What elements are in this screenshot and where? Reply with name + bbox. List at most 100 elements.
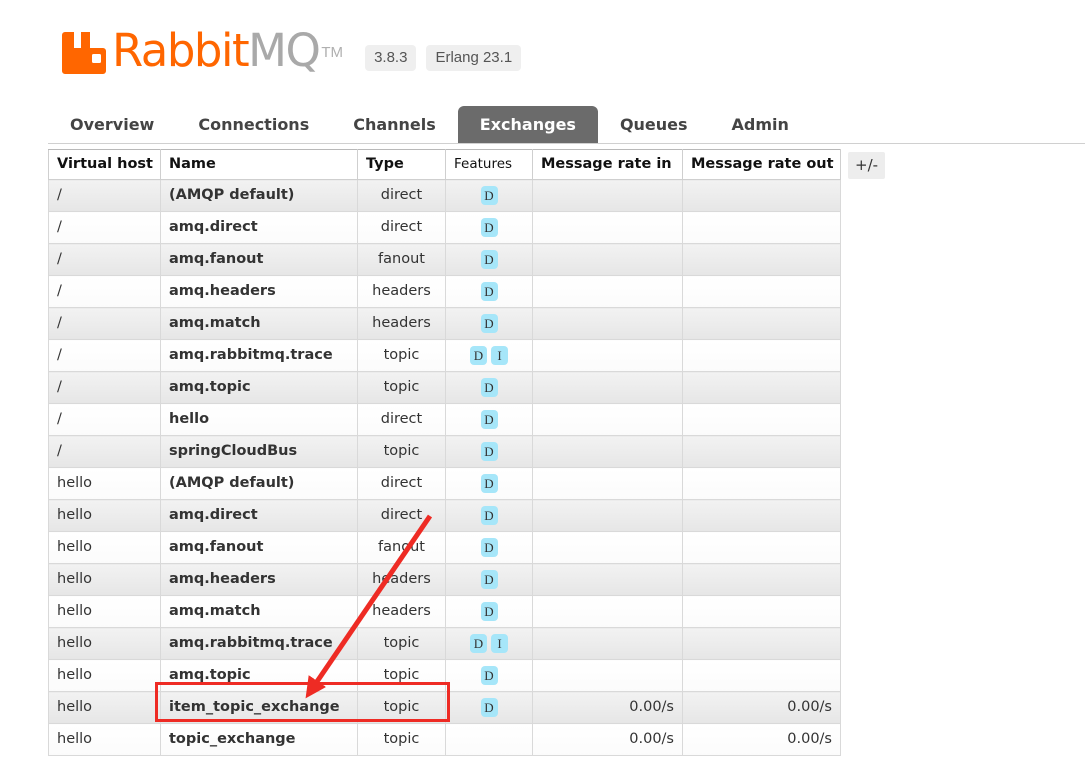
cell-exchange-name[interactable]: amq.rabbitmq.trace: [160, 627, 358, 660]
cell-virtual-host: hello: [48, 627, 161, 660]
cell-message-rate-out: [682, 563, 841, 596]
cell-exchange-name[interactable]: amq.direct: [160, 211, 358, 244]
table-row[interactable]: / amq.match headers D: [48, 307, 841, 340]
cell-exchange-name[interactable]: amq.headers: [160, 275, 358, 308]
cell-message-rate-in: [532, 531, 683, 564]
table-row[interactable]: hello amq.rabbitmq.trace topic D I: [48, 627, 841, 660]
cell-message-rate-in: [532, 563, 683, 596]
cell-exchange-type: fanout: [357, 531, 446, 564]
table-row[interactable]: / amq.topic topic D: [48, 371, 841, 404]
table-row[interactable]: / springCloudBus topic D: [48, 435, 841, 468]
cell-exchange-name[interactable]: (AMQP default): [160, 467, 358, 500]
table-row[interactable]: / amq.headers headers D: [48, 275, 841, 308]
feature-badge-d: D: [480, 697, 498, 717]
cell-features: DI: [445, 339, 533, 372]
nav-underline: [48, 143, 1085, 144]
cell-virtual-host: hello: [48, 531, 161, 564]
cell-message-rate-in: [532, 627, 683, 660]
cell-message-rate-out: [682, 435, 841, 468]
cell-exchange-type: headers: [357, 275, 446, 308]
tab-overview[interactable]: Overview: [48, 106, 176, 144]
column-header-name[interactable]: Name: [160, 149, 358, 180]
cell-exchange-name[interactable]: amq.fanout: [160, 531, 358, 564]
feature-badge-d: D: [480, 249, 498, 269]
cell-message-rate-in: [532, 435, 683, 468]
cell-exchange-type: fanout: [357, 243, 446, 276]
cell-exchange-name[interactable]: amq.topic: [160, 371, 358, 404]
table-header: Virtual host Name Type Features Message …: [48, 149, 841, 180]
cell-virtual-host: hello: [48, 691, 161, 724]
tab-admin[interactable]: Admin: [710, 106, 811, 144]
feature-badge-d: D: [480, 473, 498, 493]
cell-exchange-name[interactable]: amq.fanout: [160, 243, 358, 276]
cell-virtual-host: /: [48, 179, 161, 212]
feature-badge-d: D: [470, 633, 487, 653]
cell-exchange-name[interactable]: amq.match: [160, 595, 358, 628]
erlang-version-badge: Erlang 23.1: [426, 44, 522, 71]
column-header-type[interactable]: Type: [357, 149, 446, 180]
cell-exchange-type: headers: [357, 563, 446, 596]
cell-virtual-host: hello: [48, 467, 161, 500]
cell-message-rate-out: [682, 627, 841, 660]
table-row[interactable]: hello topic_exchange topic 0.00/s 0.00/s: [48, 723, 841, 756]
table-row[interactable]: / amq.fanout fanout D: [48, 243, 841, 276]
cell-exchange-name[interactable]: hello: [160, 403, 358, 436]
cell-message-rate-in: [532, 243, 683, 276]
cell-features: D: [445, 275, 533, 308]
cell-exchange-type: direct: [357, 499, 446, 532]
cell-exchange-name[interactable]: amq.topic: [160, 659, 358, 692]
cell-exchange-type: direct: [357, 179, 446, 212]
table-row[interactable]: / (AMQP default) direct D: [48, 179, 841, 212]
table-row[interactable]: hello amq.headers headers D: [48, 563, 841, 596]
tab-connections[interactable]: Connections: [176, 106, 331, 144]
cell-features: D: [445, 691, 533, 724]
cell-exchange-name[interactable]: amq.match: [160, 307, 358, 340]
cell-exchange-name[interactable]: topic_exchange: [160, 723, 358, 756]
cell-message-rate-in: 0.00/s: [532, 691, 683, 724]
cell-virtual-host: hello: [48, 563, 161, 596]
tab-exchanges[interactable]: Exchanges: [457, 106, 598, 144]
cell-exchange-type: topic: [357, 723, 446, 756]
table-row[interactable]: hello amq.fanout fanout D: [48, 531, 841, 564]
cell-exchange-name[interactable]: springCloudBus: [160, 435, 358, 468]
tab-queues[interactable]: Queues: [598, 106, 710, 144]
cell-message-rate-out: [682, 275, 841, 308]
cell-exchange-type: topic: [357, 371, 446, 404]
cell-features: D: [445, 467, 533, 500]
cell-message-rate-out: [682, 243, 841, 276]
table-row[interactable]: / hello direct D: [48, 403, 841, 436]
cell-message-rate-out: [682, 595, 841, 628]
brand-logo[interactable]: RabbitMQ TM 3.8.3 Erlang 23.1: [62, 28, 531, 75]
cell-message-rate-out: [682, 371, 841, 404]
cell-virtual-host: /: [48, 243, 161, 276]
toggle-columns-button[interactable]: +/-: [848, 152, 886, 179]
table-row[interactable]: / amq.direct direct D: [48, 211, 841, 244]
trademark-mark: TM: [321, 44, 344, 61]
cell-exchange-type: topic: [357, 339, 446, 372]
table-row[interactable]: hello amq.direct direct D: [48, 499, 841, 532]
column-header-features[interactable]: Features: [445, 149, 533, 180]
feature-badge-d: D: [480, 217, 498, 237]
table-row[interactable]: hello item_topic_exchange topic D 0.00/s 0.00…: [48, 691, 841, 724]
tab-channels[interactable]: Channels: [331, 106, 458, 144]
table-body: / (AMQP default) direct D / amq.direct direct D…: [48, 179, 841, 756]
cell-virtual-host: hello: [48, 723, 161, 756]
column-header-virtual-host[interactable]: Virtual host: [48, 149, 161, 180]
column-header-message-rate-in[interactable]: Message rate in: [532, 149, 683, 180]
cell-message-rate-in: 0.00/s: [532, 723, 683, 756]
table-row[interactable]: hello (AMQP default) direct D: [48, 467, 841, 500]
cell-exchange-name[interactable]: amq.direct: [160, 499, 358, 532]
table-row[interactable]: hello amq.topic topic D: [48, 659, 841, 692]
brand-secondary-text: MQ: [248, 24, 321, 77]
cell-exchange-name[interactable]: (AMQP default): [160, 179, 358, 212]
feature-badge-d: D: [470, 345, 487, 365]
feature-badge-d: D: [480, 537, 498, 557]
cell-exchange-type: direct: [357, 467, 446, 500]
column-header-message-rate-out[interactable]: Message rate out: [682, 149, 841, 180]
page-header: RabbitMQ TM 3.8.3 Erlang 23.1: [0, 0, 1085, 100]
cell-exchange-name[interactable]: amq.rabbitmq.trace: [160, 339, 358, 372]
cell-exchange-name[interactable]: item_topic_exchange: [160, 691, 358, 724]
table-row[interactable]: / amq.rabbitmq.trace topic D I: [48, 339, 841, 372]
table-row[interactable]: hello amq.match headers D: [48, 595, 841, 628]
cell-exchange-name[interactable]: amq.headers: [160, 563, 358, 596]
